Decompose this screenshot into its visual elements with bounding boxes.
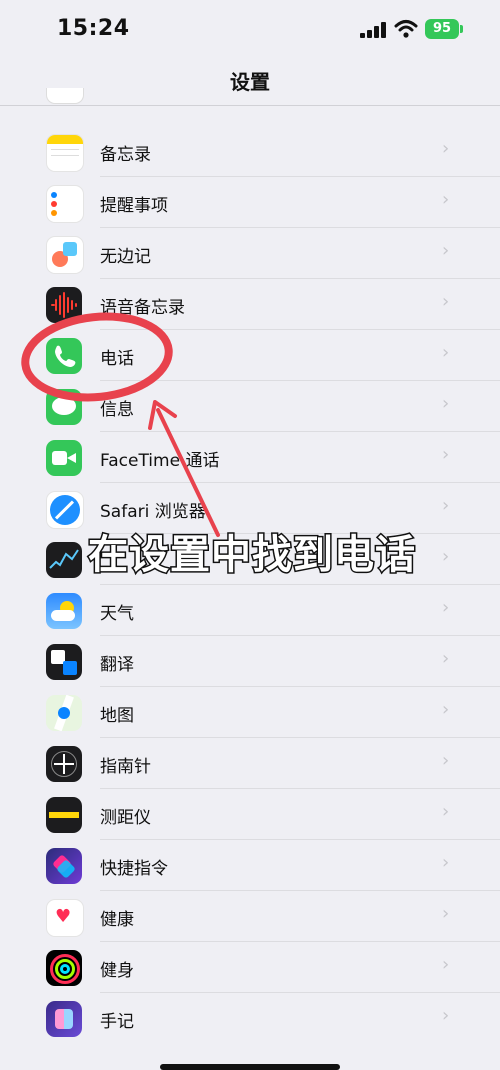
chevron-right-icon: ›	[442, 138, 450, 159]
list-item-messages[interactable]: 信息 ›	[0, 381, 500, 432]
translate-icon	[46, 644, 82, 680]
chevron-right-icon: ›	[442, 750, 450, 771]
list-item-freeform[interactable]: 无边记 ›	[0, 228, 500, 279]
row-label: 地图	[100, 706, 134, 726]
chevron-right-icon: ›	[442, 597, 450, 618]
row-label: 健康	[100, 910, 134, 930]
compass-icon	[46, 746, 82, 782]
chevron-right-icon: ›	[442, 699, 450, 720]
stocks-icon	[46, 542, 82, 578]
chevron-right-icon: ›	[442, 342, 450, 363]
chevron-right-icon: ›	[442, 1005, 450, 1026]
health-icon: ♥	[46, 899, 84, 937]
row-label: Safari 浏览器	[100, 502, 206, 522]
nav-divider	[0, 105, 500, 106]
facetime-icon	[46, 440, 82, 476]
list-item-notes[interactable]: 备忘录 ›	[0, 126, 500, 177]
list-item-health[interactable]: ♥ 健康 ›	[0, 891, 500, 942]
chevron-right-icon: ›	[442, 189, 450, 210]
fitness-icon	[46, 950, 82, 986]
row-label: 提醒事项	[100, 196, 168, 216]
wifi-icon	[394, 20, 418, 38]
list-item-translate[interactable]: 翻译 ›	[0, 636, 500, 687]
chevron-right-icon: ›	[442, 954, 450, 975]
chevron-right-icon: ›	[442, 903, 450, 924]
list-item-voice-memos[interactable]: 语音备忘录 ›	[0, 279, 500, 330]
shortcuts-icon	[46, 848, 82, 884]
battery-tip	[460, 25, 463, 33]
row-label: 翻译	[100, 655, 134, 675]
annotation-caption: 在设置中找到电话	[87, 531, 417, 580]
chevron-right-icon: ›	[442, 240, 450, 261]
list-item-journal[interactable]: 手记 ›	[0, 993, 500, 1044]
chevron-right-icon: ›	[442, 291, 450, 312]
journal-icon	[46, 1001, 82, 1037]
contacts-icon	[46, 88, 84, 104]
status-time: 15:24	[57, 16, 130, 41]
list-item-compass[interactable]: 指南针 ›	[0, 738, 500, 789]
phone-icon	[46, 338, 82, 374]
chevron-right-icon: ›	[442, 852, 450, 873]
row-label: 指南针	[100, 757, 151, 777]
chevron-right-icon: ›	[442, 648, 450, 669]
battery-icon: 95	[425, 19, 459, 39]
list-item-measure[interactable]: 测距仪 ›	[0, 789, 500, 840]
chevron-right-icon: ›	[442, 546, 450, 567]
list-item-shortcuts[interactable]: 快捷指令 ›	[0, 840, 500, 891]
list-item-reminders[interactable]: 提醒事项 ›	[0, 177, 500, 228]
row-label: FaceTime 通话	[100, 451, 220, 471]
row-label: 信息	[100, 400, 134, 420]
row-label: 手记	[100, 1012, 134, 1032]
list-item-phone[interactable]: 电话 ›	[0, 330, 500, 381]
row-label: 快捷指令	[100, 859, 168, 879]
status-bar: 15:24 95	[0, 0, 500, 60]
row-label: 健身	[100, 961, 134, 981]
chevron-right-icon: ›	[442, 393, 450, 414]
voice-memos-icon	[46, 287, 82, 323]
list-item-fitness[interactable]: 健身 ›	[0, 942, 500, 993]
chevron-right-icon: ›	[442, 495, 450, 516]
chevron-right-icon: ›	[442, 801, 450, 822]
safari-icon	[46, 491, 84, 529]
maps-icon	[46, 695, 82, 731]
row-label: 测距仪	[100, 808, 151, 828]
messages-icon	[46, 389, 82, 425]
row-label: 备忘录	[100, 145, 151, 165]
home-indicator[interactable]	[160, 1064, 340, 1070]
reminders-icon	[46, 185, 84, 223]
row-label: 电话	[100, 349, 134, 369]
chevron-right-icon: ›	[442, 444, 450, 465]
list-item-weather[interactable]: 天气 ›	[0, 585, 500, 636]
notes-icon	[46, 134, 84, 172]
list-item-facetime[interactable]: FaceTime 通话 ›	[0, 432, 500, 483]
cellular-signal-icon	[360, 22, 386, 38]
row-label: 无边记	[100, 247, 151, 267]
row-label: 语音备忘录	[100, 298, 185, 318]
weather-icon	[46, 593, 82, 629]
measure-icon	[46, 797, 82, 833]
row-label: 天气	[100, 604, 134, 624]
freeform-icon	[46, 236, 84, 274]
list-item-partial[interactable]	[0, 88, 500, 106]
list-item-maps[interactable]: 地图 ›	[0, 687, 500, 738]
